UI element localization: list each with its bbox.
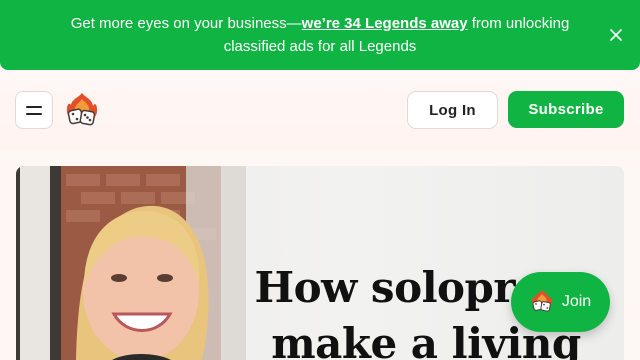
menu-button[interactable] [15, 91, 53, 129]
site-header: Log In Subscribe [0, 70, 640, 150]
login-button[interactable]: Log In [407, 91, 498, 129]
fire-dice-logo-icon [531, 290, 552, 312]
subscribe-button[interactable]: Subscribe [508, 91, 624, 128]
close-icon[interactable] [606, 25, 626, 45]
announcement-banner: Get more eyes on your business—we’re 34 … [0, 0, 640, 70]
banner-message: Get more eyes on your business—we’re 34 … [50, 12, 590, 58]
banner-text-before: Get more eyes on your business— [70, 15, 302, 32]
join-label: Join [561, 293, 592, 310]
join-button[interactable]: Join [511, 272, 610, 332]
menu-icon [26, 105, 42, 108]
fire-dice-logo-icon[interactable] [64, 92, 100, 130]
banner-link[interactable]: we’re 34 Legends away [302, 15, 468, 32]
menu-icon-bar [26, 112, 42, 115]
